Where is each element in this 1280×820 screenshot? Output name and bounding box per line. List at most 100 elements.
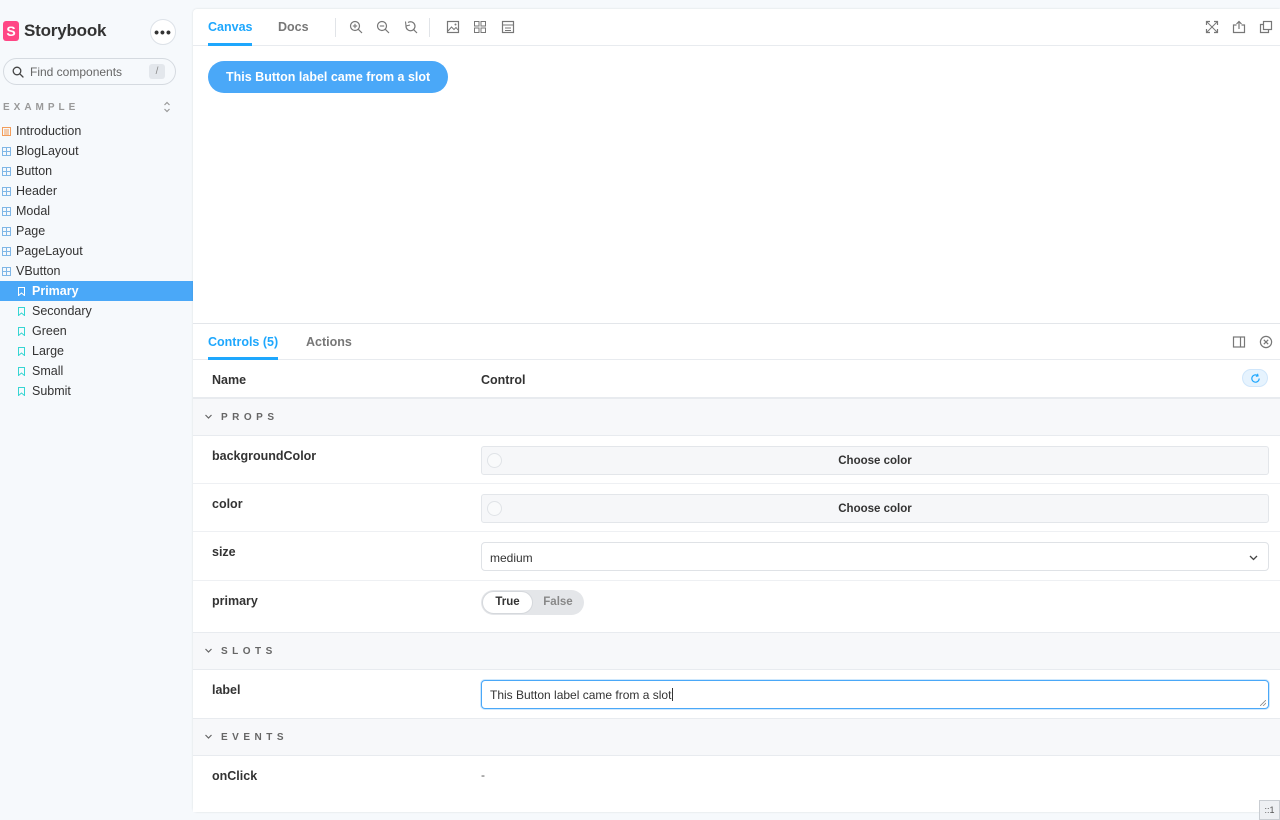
- copy-icon[interactable]: [1259, 20, 1273, 34]
- control-row-backgroundcolor: backgroundColor Choose color: [193, 436, 1280, 484]
- primary-boolean-toggle[interactable]: True False: [481, 590, 584, 615]
- tab-canvas[interactable]: Canvas: [208, 9, 253, 46]
- prop-name: size: [212, 545, 236, 559]
- prop-name: label: [212, 683, 241, 697]
- reset-icon: [1250, 373, 1260, 383]
- story-item-label: Submit: [32, 384, 71, 398]
- story-item-primary[interactable]: Primary: [0, 281, 193, 301]
- toggle-option-false[interactable]: False: [533, 591, 583, 614]
- tree-item-button[interactable]: Button: [0, 161, 193, 181]
- story-item-small[interactable]: Small: [0, 361, 193, 381]
- fullscreen-icon[interactable]: [1205, 20, 1219, 34]
- event-name: onClick: [212, 769, 258, 783]
- document-icon: [2, 126, 11, 136]
- section-label: EVENTS: [221, 732, 289, 743]
- choose-color-label: Choose color: [838, 503, 912, 515]
- bookmark-icon: [18, 386, 25, 396]
- chevron-down-icon: [205, 414, 212, 419]
- control-row-size: size medium: [193, 532, 1280, 581]
- story-item-label: Small: [32, 364, 64, 378]
- tree-item-label: Introduction: [16, 124, 82, 138]
- toggle-option-true[interactable]: True: [482, 591, 533, 614]
- expand-collapse-icon[interactable]: [162, 100, 172, 114]
- search-box[interactable]: /: [3, 58, 176, 85]
- addons-panel: Controls (5) Actions Name Control PROPS …: [193, 323, 1280, 812]
- tree-item-label: VButton: [16, 264, 61, 278]
- background-image-icon[interactable]: [446, 20, 460, 34]
- close-circle-icon[interactable]: [1259, 335, 1273, 349]
- tree-item-label: Button: [16, 164, 53, 178]
- background-color-picker[interactable]: Choose color: [481, 446, 1269, 475]
- section-slots[interactable]: SLOTS: [193, 632, 1280, 670]
- zoom-reset-icon[interactable]: [404, 20, 418, 34]
- tree-item-label: Modal: [16, 204, 51, 218]
- main-panel: Canvas Docs This Button label came from …: [193, 9, 1280, 812]
- section-label: SLOTS: [221, 646, 277, 657]
- bookmark-icon: [18, 286, 25, 296]
- size-select[interactable]: medium: [481, 542, 1269, 571]
- prop-name: color: [212, 497, 243, 511]
- chevron-down-icon: [1249, 555, 1258, 561]
- search-input[interactable]: [30, 64, 145, 79]
- component-icon: [2, 266, 11, 276]
- component-icon: [2, 186, 11, 196]
- zoom-out-icon[interactable]: [376, 20, 390, 34]
- reset-controls-button[interactable]: [1242, 369, 1268, 387]
- bookmark-icon: [18, 366, 25, 376]
- panel-layout-icon[interactable]: [1232, 335, 1246, 349]
- tree-item-introduction[interactable]: Introduction: [0, 121, 193, 141]
- tree-item-bloglayout[interactable]: BlogLayout: [0, 141, 193, 161]
- share-icon[interactable]: [1232, 20, 1246, 34]
- prop-name: backgroundColor: [212, 449, 317, 463]
- tab-actions[interactable]: Actions: [306, 324, 352, 360]
- label-input-value: This Button label came from a slot: [490, 688, 672, 702]
- size-selected-value: medium: [490, 551, 533, 565]
- preview-story-button[interactable]: This Button label came from a slot: [208, 61, 449, 93]
- section-events[interactable]: EVENTS: [193, 718, 1280, 756]
- story-item-green[interactable]: Green: [0, 321, 193, 341]
- toolbar-divider: [429, 18, 430, 37]
- component-tree: Introduction BlogLayout Button Header Mo…: [0, 121, 193, 401]
- tree-item-label: Page: [16, 224, 46, 238]
- tab-controls[interactable]: Controls (5): [208, 324, 279, 360]
- addons-tab-bar: Controls (5) Actions: [193, 324, 1280, 360]
- grid-icon[interactable]: [473, 20, 487, 34]
- story-canvas: This Button label came from a slot: [193, 46, 1280, 323]
- outline-icon[interactable]: [501, 20, 515, 34]
- tree-item-pagelayout[interactable]: PageLayout: [0, 241, 193, 261]
- component-icon: [2, 206, 11, 216]
- color-picker[interactable]: Choose color: [481, 494, 1269, 523]
- tree-item-vbutton[interactable]: VButton: [0, 261, 193, 281]
- tree-item-label: Header: [16, 184, 57, 198]
- tree-item-modal[interactable]: Modal: [0, 201, 193, 221]
- ellipsis-icon: •••: [154, 24, 172, 40]
- column-header-name: Name: [212, 373, 247, 387]
- story-item-secondary[interactable]: Secondary: [0, 301, 193, 321]
- section-props[interactable]: PROPS: [193, 398, 1280, 436]
- toolbar-divider: [335, 18, 336, 37]
- bookmark-icon: [18, 306, 25, 316]
- control-row-label: label This Button label came from a slot: [193, 670, 1280, 718]
- story-item-label: Secondary: [32, 304, 92, 318]
- sidebar: S Storybook ••• / EXAMPLE Introduction: [0, 0, 193, 820]
- search-icon: [12, 66, 24, 78]
- tree-item-label: BlogLayout: [16, 144, 79, 158]
- search-shortcut-key: /: [149, 64, 165, 79]
- tree-item-page[interactable]: Page: [0, 221, 193, 241]
- tree-item-label: PageLayout: [16, 244, 83, 258]
- control-row-onclick: onClick -: [193, 756, 1280, 804]
- group-label-example: EXAMPLE: [3, 102, 80, 113]
- more-options-button[interactable]: •••: [150, 19, 176, 45]
- story-item-submit[interactable]: Submit: [0, 381, 193, 401]
- tree-item-header[interactable]: Header: [0, 181, 193, 201]
- story-item-label: Primary: [32, 284, 79, 298]
- story-item-large[interactable]: Large: [0, 341, 193, 361]
- choose-color-label: Choose color: [838, 455, 912, 467]
- resize-grip-icon[interactable]: [1260, 700, 1266, 706]
- tab-docs[interactable]: Docs: [278, 9, 309, 46]
- brand[interactable]: S Storybook: [3, 20, 106, 42]
- label-text-input[interactable]: This Button label came from a slot: [481, 680, 1269, 709]
- story-item-label: Large: [32, 344, 64, 358]
- control-row-primary: primary True False: [193, 581, 1280, 631]
- zoom-in-icon[interactable]: [349, 20, 363, 34]
